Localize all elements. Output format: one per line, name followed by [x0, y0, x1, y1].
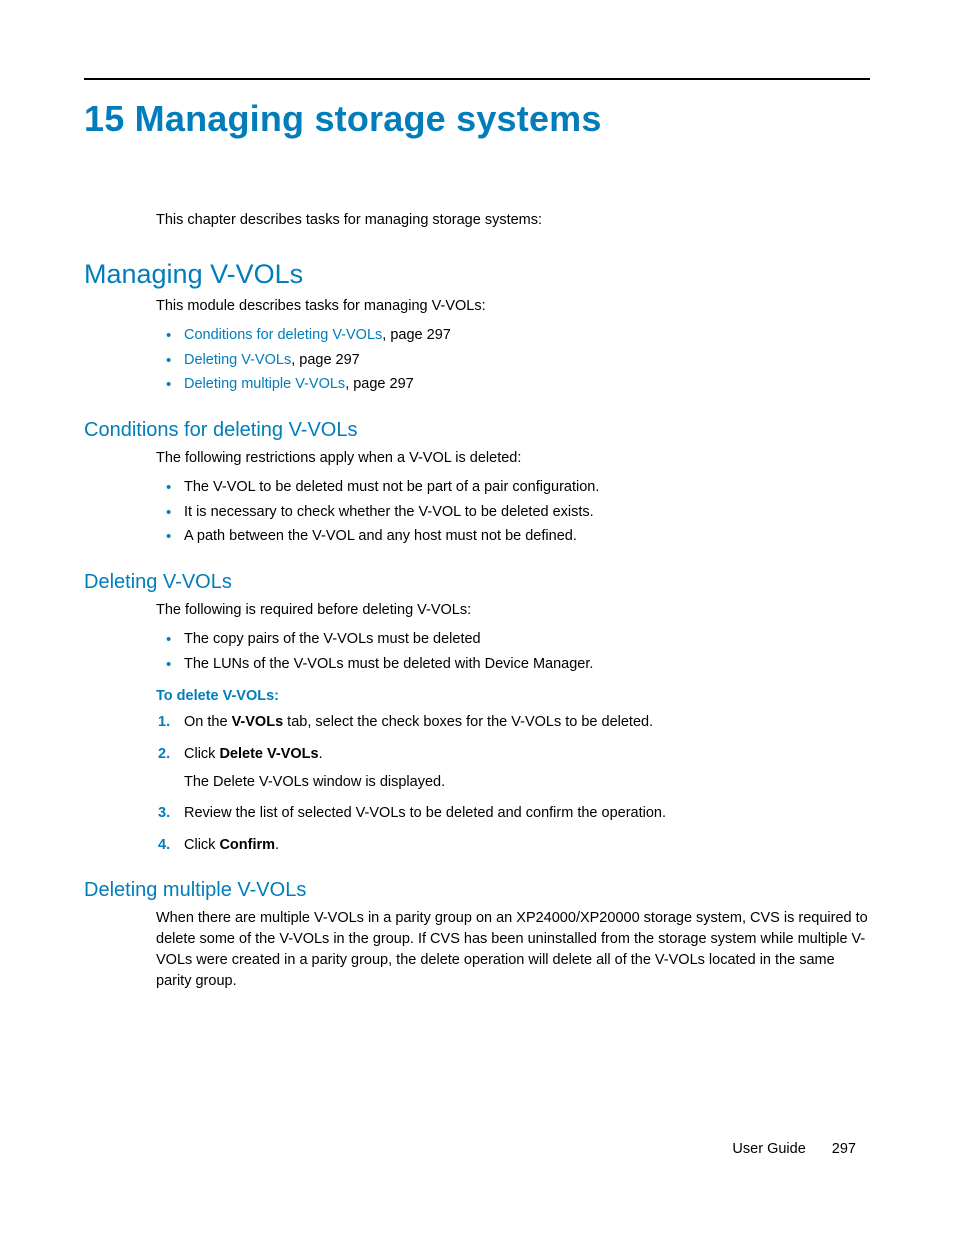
- deleting-intro: The following is required before deletin…: [156, 600, 870, 621]
- step-text: .: [275, 837, 279, 853]
- heading-deleting: Deleting V-VOLs: [84, 571, 870, 594]
- step-3: Review the list of selected V-VOLs to be…: [184, 803, 870, 825]
- page: 15 Managing storage systems This chapter…: [0, 0, 954, 1235]
- page-number: 297: [832, 1141, 856, 1157]
- link-deleting-multiple[interactable]: Deleting multiple V-VOLs: [184, 376, 345, 392]
- step-text: Click: [184, 746, 219, 762]
- link-suffix: , page 297: [382, 327, 451, 343]
- chapter-number: 15: [84, 98, 124, 139]
- step-text: .: [319, 746, 323, 762]
- step-text: Review the list of selected V-VOLs to be…: [184, 805, 666, 821]
- conditions-intro: The following restrictions apply when a …: [156, 448, 870, 469]
- step-2: Click Delete V-VOLs. The Delete V-VOLs w…: [184, 744, 870, 794]
- top-rule: [84, 78, 870, 80]
- procedure-steps: On the V-VOLs tab, select the check boxe…: [156, 712, 870, 857]
- step-text: tab, select the check boxes for the V-VO…: [283, 714, 653, 730]
- list-item: Conditions for deleting V-VOLs, page 297: [184, 323, 870, 348]
- ui-term: Delete V-VOLs: [219, 746, 318, 762]
- deleting-prereq-list: The copy pairs of the V-VOLs must be del…: [156, 627, 870, 676]
- procedure-title: To delete V-VOLs:: [156, 688, 870, 704]
- link-deleting[interactable]: Deleting V-VOLs: [184, 352, 291, 368]
- heading-managing-vvols: Managing V-VOLs: [84, 259, 870, 290]
- ui-term: V-VOLs: [232, 714, 284, 730]
- step-4: Click Confirm.: [184, 835, 870, 857]
- step-text: Click: [184, 837, 219, 853]
- managing-link-list: Conditions for deleting V-VOLs, page 297…: [156, 323, 870, 397]
- link-conditions[interactable]: Conditions for deleting V-VOLs: [184, 327, 382, 343]
- list-item: Deleting multiple V-VOLs, page 297: [184, 372, 870, 397]
- deleting-multiple-body: When there are multiple V-VOLs in a pari…: [156, 908, 870, 992]
- footer-label: User Guide: [732, 1141, 805, 1157]
- list-item: The V-VOL to be deleted must not be part…: [184, 475, 870, 500]
- list-item: A path between the V-VOL and any host mu…: [184, 524, 870, 549]
- heading-conditions: Conditions for deleting V-VOLs: [84, 419, 870, 442]
- chapter-title-text: Managing storage systems: [135, 98, 602, 139]
- link-suffix: , page 297: [291, 352, 360, 368]
- managing-intro: This module describes tasks for managing…: [156, 296, 870, 317]
- conditions-list: The V-VOL to be deleted must not be part…: [156, 475, 870, 549]
- list-item: The LUNs of the V-VOLs must be deleted w…: [184, 652, 870, 677]
- heading-deleting-multiple: Deleting multiple V-VOLs: [84, 879, 870, 902]
- chapter-title: 15 Managing storage systems: [84, 98, 870, 140]
- list-item: It is necessary to check whether the V-V…: [184, 500, 870, 525]
- page-footer: User Guide 297: [732, 1141, 856, 1157]
- step-result: The Delete V-VOLs window is displayed.: [184, 772, 870, 794]
- list-item: Deleting V-VOLs, page 297: [184, 348, 870, 373]
- ui-term: Confirm: [219, 837, 275, 853]
- chapter-intro: This chapter describes tasks for managin…: [156, 210, 870, 231]
- list-item: The copy pairs of the V-VOLs must be del…: [184, 627, 870, 652]
- step-text: On the: [184, 714, 232, 730]
- step-1: On the V-VOLs tab, select the check boxe…: [184, 712, 870, 734]
- link-suffix: , page 297: [345, 376, 414, 392]
